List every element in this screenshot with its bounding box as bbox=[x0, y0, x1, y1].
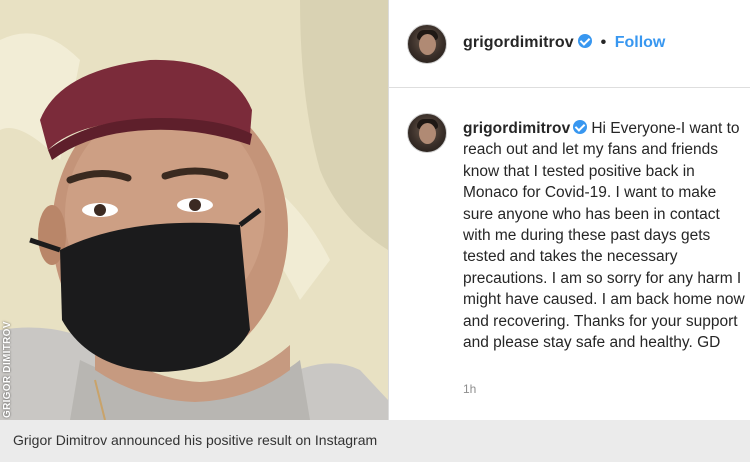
post-photo: GRIGOR DIMITROV bbox=[0, 0, 388, 420]
verified-badge-icon bbox=[578, 34, 593, 48]
caption-username[interactable]: grigordimitrov bbox=[463, 120, 570, 137]
instagram-post-panel: grigordimitrov • Follow grigordimitrov Hi… bbox=[388, 0, 750, 420]
header-separator: • bbox=[600, 34, 607, 51]
caption-text: Hi Everyone-I want to reach out and let … bbox=[463, 120, 745, 352]
post-caption: grigordimitrov Hi Everyone-I want to reac… bbox=[463, 118, 747, 353]
follow-button[interactable]: Follow bbox=[615, 34, 666, 51]
figure-caption: Grigor Dimitrov announced his positive r… bbox=[0, 420, 750, 462]
portrait-image bbox=[0, 0, 388, 420]
caption-avatar[interactable] bbox=[407, 113, 447, 153]
post-header: grigordimitrov • Follow bbox=[389, 0, 750, 88]
avatar[interactable] bbox=[407, 24, 447, 64]
photo-credit: GRIGOR DIMITROV bbox=[2, 321, 13, 418]
header-username[interactable]: grigordimitrov bbox=[463, 34, 574, 51]
header-user-line: grigordimitrov • Follow bbox=[463, 34, 665, 52]
verified-badge-icon bbox=[573, 120, 588, 134]
post-timestamp[interactable]: 1h bbox=[463, 382, 476, 396]
